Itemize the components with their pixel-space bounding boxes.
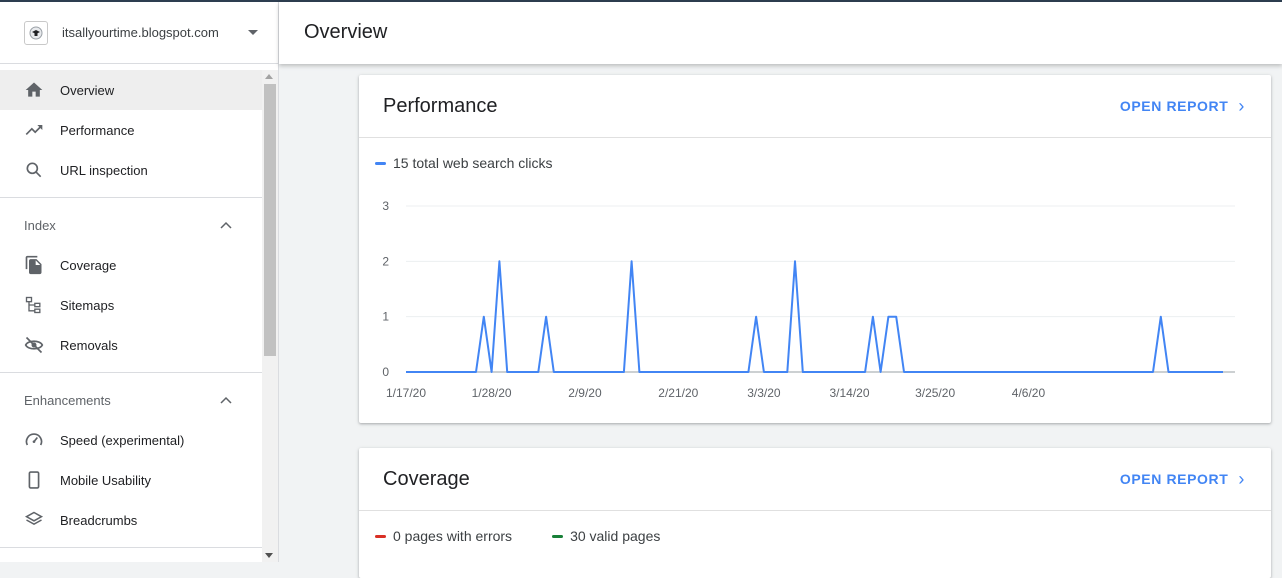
chevron-up-icon — [220, 396, 232, 404]
chevron-right-icon: › — [1238, 468, 1245, 489]
legend-valid: 30 valid pages — [552, 528, 660, 544]
scroll-up-arrow-icon[interactable] — [265, 74, 273, 79]
performance-card: Performance OPEN REPORT › 15 total web s… — [359, 75, 1271, 423]
breadcrumbs-icon — [24, 510, 44, 530]
performance-chart: 0 1 2 3 1/17/20 1/28/20 2/9/20 2/21/20 3/3/20 3/1… — [382, 199, 1235, 400]
page-title: Overview — [304, 21, 388, 43]
x-tick-label: 1/28/20 — [472, 386, 512, 400]
nav-item-coverage[interactable]: Coverage — [0, 245, 262, 285]
nav-item-overview[interactable]: Overview — [0, 70, 262, 110]
nav-item-label: Speed (experimental) — [60, 432, 185, 448]
property-dropdown-icon[interactable] — [248, 30, 258, 35]
nav-item-url-inspection[interactable]: URL inspection — [0, 150, 262, 190]
sidebar-scrollbar[interactable] — [262, 70, 278, 562]
x-tick-label: 3/3/20 — [747, 386, 781, 400]
chevron-right-icon: › — [1238, 95, 1245, 116]
home-icon — [24, 80, 44, 100]
open-report-label: OPEN REPORT — [1119, 471, 1229, 487]
y-tick-label: 0 — [382, 365, 389, 379]
x-tick-label: 4/6/20 — [1012, 386, 1046, 400]
divider — [0, 372, 262, 373]
page-header: Overview — [279, 2, 1282, 64]
divider — [0, 197, 262, 198]
coverage-card-header: Coverage OPEN REPORT › — [359, 448, 1271, 511]
nav-item-label: Performance — [60, 122, 135, 138]
x-tick-label: 3/25/20 — [915, 386, 955, 400]
performance-open-report-button[interactable]: OPEN REPORT › — [1120, 96, 1245, 117]
removals-icon — [24, 335, 44, 355]
nav-item-label: Overview — [60, 82, 115, 98]
legend-swatch-valid — [552, 534, 564, 538]
sidebar: itsallyourtime.blogspot.com Overview Per… — [0, 2, 279, 562]
nav-item-mobile-usability[interactable]: Mobile Usability — [0, 460, 262, 500]
scroll-down-arrow-icon[interactable] — [265, 553, 273, 558]
section-title: Index — [24, 217, 56, 233]
legend-errors: 0 pages with errors — [375, 528, 512, 544]
nav-item-performance[interactable]: Performance — [0, 110, 262, 150]
coverage-icon — [24, 255, 44, 275]
nav-item-label: Sitemaps — [60, 297, 115, 313]
nav-item-speed[interactable]: Speed (experimental) — [0, 420, 262, 460]
chevron-up-icon — [220, 221, 232, 229]
nav-item-breadcrumbs[interactable]: Breadcrumbs — [0, 500, 262, 540]
nav-item-label: Mobile Usability — [60, 472, 152, 488]
x-tick-label: 2/9/20 — [568, 386, 602, 400]
open-report-label: OPEN REPORT — [1119, 98, 1229, 114]
y-tick-label: 2 — [382, 254, 389, 268]
legend-errors-label: 0 pages with errors — [393, 528, 513, 544]
section-enhancements-header[interactable]: Enhancements — [0, 380, 262, 420]
trending-up-icon — [24, 120, 44, 140]
nav-item-label: Breadcrumbs — [60, 512, 138, 528]
x-tick-label: 2/21/20 — [658, 386, 698, 400]
divider — [0, 547, 262, 548]
nav-item-label: Removals — [60, 337, 118, 353]
performance-title: Performance — [383, 94, 498, 117]
legend-swatch-errors — [375, 534, 386, 538]
coverage-open-report-button[interactable]: OPEN REPORT › — [1120, 469, 1245, 490]
sitemap-icon — [24, 295, 44, 315]
legend-swatch — [375, 161, 386, 165]
x-tick-label: 1/17/20 — [386, 386, 426, 400]
nav-item-label: Coverage — [60, 257, 117, 273]
property-favicon-icon — [24, 20, 48, 45]
search-icon — [24, 160, 44, 180]
property-name: itsallyourtime.blogspot.com — [62, 25, 219, 40]
coverage-title: Coverage — [383, 467, 470, 490]
section-title: Enhancements — [24, 392, 111, 408]
y-tick-label: 1 — [382, 310, 389, 324]
performance-legend: 15 total web search clicks — [375, 155, 553, 171]
y-tick-label: 3 — [382, 199, 389, 213]
nav-item-removals[interactable]: Removals — [0, 325, 262, 365]
legend-valid-label: 30 valid pages — [570, 528, 661, 544]
legend-clicks-label: 15 total web search clicks — [393, 155, 553, 171]
section-index-header[interactable]: Index — [0, 205, 262, 245]
x-tick-label: 3/14/20 — [829, 386, 869, 400]
nav-item-sitemaps[interactable]: Sitemaps — [0, 285, 262, 325]
nav-item-label: URL inspection — [60, 162, 148, 178]
nav-menu: Overview Performance URL inspection Inde… — [0, 70, 262, 562]
speed-icon — [24, 430, 44, 450]
mobile-icon — [24, 470, 44, 490]
coverage-card: Coverage OPEN REPORT › 0 pages with erro… — [359, 448, 1271, 578]
property-selector[interactable]: itsallyourtime.blogspot.com — [0, 2, 278, 64]
scrollbar-thumb[interactable] — [264, 84, 276, 356]
performance-card-header: Performance OPEN REPORT › — [359, 75, 1271, 138]
coverage-legend: 0 pages with errors 30 valid pages — [375, 528, 660, 544]
